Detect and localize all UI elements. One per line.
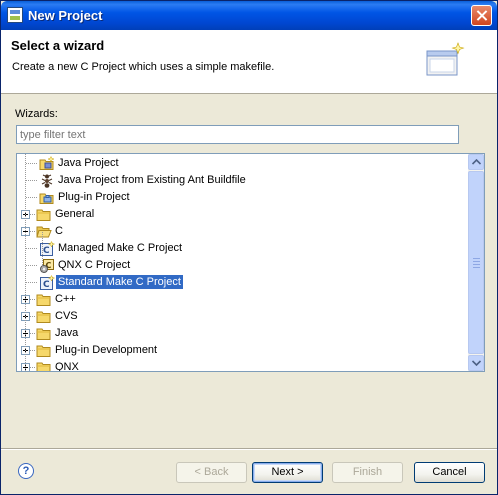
folder-icon (36, 292, 52, 307)
title-bar[interactable]: New Project (1, 1, 497, 30)
tree-item[interactable]: QNX (17, 359, 469, 372)
tree-item[interactable]: General (17, 206, 469, 223)
grip-line (473, 264, 480, 265)
app-icon (7, 7, 23, 23)
tree-connector (30, 316, 35, 317)
tree-connector (30, 231, 35, 232)
tree-item[interactable]: Java Project from Existing Ant Buildfile (17, 172, 469, 189)
tree-connector (25, 206, 26, 371)
tree-item[interactable]: C QNX C Project (17, 257, 469, 274)
wizard-header: Select a wizard Create a new C Project w… (1, 30, 497, 94)
tree-item[interactable]: Java Project (17, 155, 469, 172)
chevron-up-icon (472, 159, 481, 165)
tree-item[interactable]: Plug-in Project (17, 189, 469, 206)
tree-item-label: Java Project from Existing Ant Buildfile (58, 174, 246, 186)
tree-item-label: QNX C Project (58, 259, 131, 271)
folder-icon (36, 326, 52, 341)
tree-connector (30, 333, 35, 334)
tree-item[interactable]: C Standard Make C Project (17, 274, 469, 291)
finish-button[interactable]: Finish (332, 462, 403, 483)
tree-item[interactable]: CVS (17, 308, 469, 325)
folder-open-icon (36, 224, 52, 239)
filter-input[interactable] (16, 125, 459, 144)
tree-connector (26, 265, 37, 266)
tree-item-label: CVS (55, 310, 78, 322)
ant-icon (39, 173, 55, 188)
next-button[interactable]: Next > (252, 462, 323, 483)
tree-item[interactable]: C Managed Make C Project (17, 240, 469, 257)
tree-item-label: C++ (55, 293, 76, 305)
tree-connector (30, 350, 35, 351)
svg-text:C: C (43, 246, 50, 256)
wizard-banner-icon (426, 42, 465, 76)
c-project-icon: C (39, 274, 56, 290)
java-project-icon (39, 155, 55, 171)
tree-connector (26, 180, 37, 181)
tree-item[interactable]: C++ (17, 291, 469, 308)
window-title: New Project (28, 8, 103, 23)
tree-connector (26, 163, 37, 164)
folder-icon (36, 207, 52, 222)
grip-line (473, 267, 480, 268)
new-project-dialog: New Project Select a wizard Create a new… (0, 0, 498, 495)
tree-item[interactable]: C (17, 223, 469, 240)
tree-connector (30, 214, 35, 215)
back-button[interactable]: < Back (176, 462, 247, 483)
tree-item-label: Java Project (58, 157, 119, 169)
tree-connector (30, 299, 35, 300)
footer-divider-highlight (1, 449, 497, 450)
scroll-up-button[interactable] (468, 154, 484, 170)
tree-item-label: C (55, 225, 63, 237)
scroll-thumb[interactable] (468, 171, 484, 354)
tree-connector (26, 197, 37, 198)
tree-connector (25, 154, 26, 206)
tree-item-label: Plug-in Development (55, 344, 158, 356)
vertical-scrollbar[interactable] (468, 154, 484, 371)
folder-icon (36, 343, 52, 358)
svg-text:C: C (43, 280, 50, 290)
help-icon[interactable]: ? (18, 463, 34, 479)
close-button[interactable] (471, 5, 492, 26)
folder-icon (36, 360, 52, 371)
tree-item-label: Plug-in Project (58, 191, 130, 203)
tree-item-label: Java (55, 327, 79, 339)
tree-item-label: Managed Make C Project (58, 242, 183, 254)
tree-item[interactable]: Java (17, 325, 469, 342)
tree-item-label: Standard Make C Project (56, 275, 183, 289)
tree-connector (42, 232, 43, 274)
tree-item-label: General (55, 208, 95, 220)
wizards-label: Wizards: (15, 108, 58, 120)
plugin-project-icon (39, 190, 55, 205)
page-title: Select a wizard (11, 38, 105, 53)
tree-connector (26, 282, 37, 283)
wizard-tree[interactable]: Java Project Java Project from Existing A… (16, 153, 485, 372)
tree-connector (30, 367, 35, 368)
tree-item[interactable]: Plug-in Development (17, 342, 469, 359)
page-description: Create a new C Project which uses a simp… (12, 61, 275, 73)
scroll-down-button[interactable] (468, 355, 484, 371)
cancel-button[interactable]: Cancel (414, 462, 485, 483)
folder-icon (36, 309, 52, 324)
grip-line (473, 258, 480, 259)
grip-line (473, 261, 480, 262)
chevron-down-icon (472, 360, 481, 366)
tree-connector (26, 248, 37, 249)
tree-item-label: QNX (55, 361, 79, 372)
